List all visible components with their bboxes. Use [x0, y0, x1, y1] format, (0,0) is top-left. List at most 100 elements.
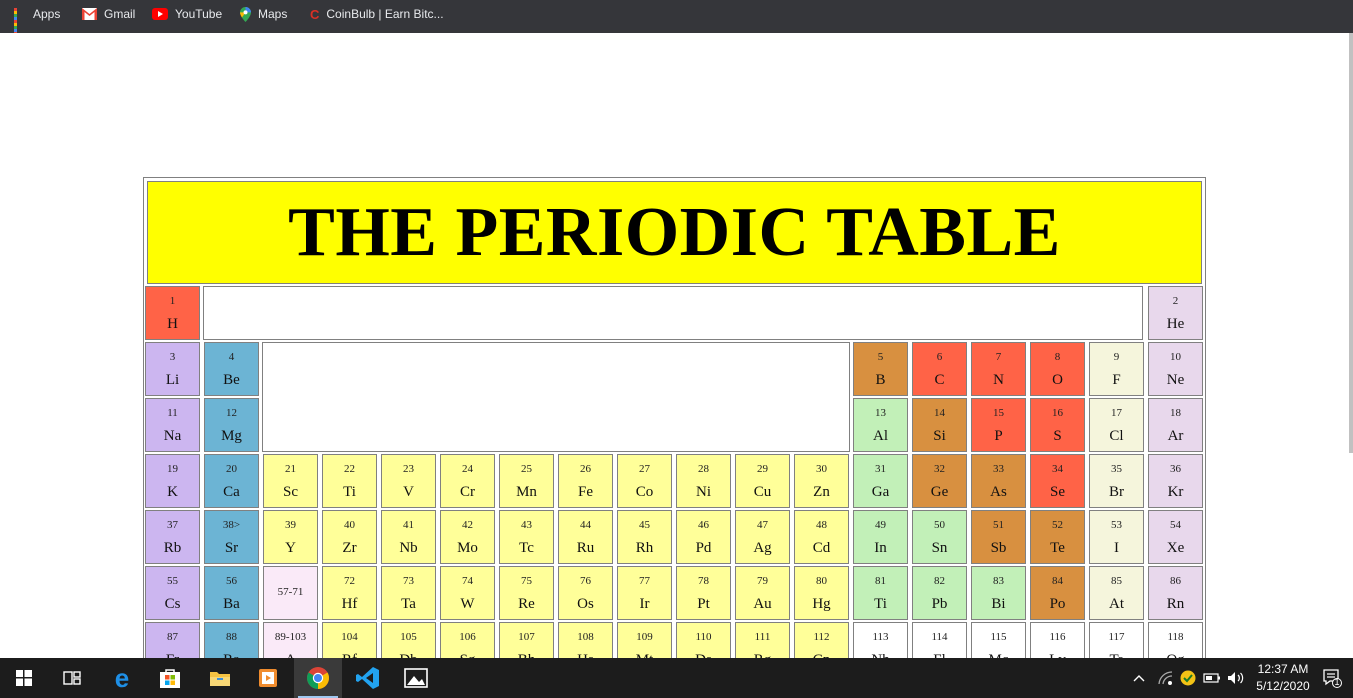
file-explorer-button[interactable]	[196, 658, 244, 698]
windows-taskbar: e 12:37 AM 5/12/2020 1	[0, 658, 1353, 698]
element-cell: 76 Os	[558, 566, 613, 620]
element-symbol: Ni	[696, 484, 711, 500]
element-symbol: Br	[1109, 484, 1124, 500]
element-cell: 18 Ar	[1148, 398, 1203, 452]
element-number: 52	[1052, 519, 1063, 531]
element-cell: 12 Mg	[204, 398, 259, 452]
element-number: 15	[993, 407, 1004, 419]
element-cell: 78 Pt	[676, 566, 731, 620]
row1-gap-cell	[203, 286, 1143, 340]
element-symbol: N	[993, 372, 1004, 388]
start-button[interactable]	[0, 658, 48, 698]
element-symbol: Hf	[341, 596, 358, 612]
element-cell: 114Fl	[912, 622, 967, 658]
battery-tray[interactable]	[1203, 658, 1221, 698]
element-number: 51	[993, 519, 1004, 531]
element-symbol: As	[990, 484, 1007, 500]
task-view-button[interactable]	[48, 658, 96, 698]
media-player-icon	[259, 669, 277, 687]
element-cell: 14 Si	[912, 398, 967, 452]
element-cell: 113Nh	[853, 622, 908, 658]
element-number: 73	[403, 575, 414, 587]
element-symbol: Sc	[283, 484, 298, 500]
element-symbol: Zr	[342, 540, 357, 556]
network-tray[interactable]	[1158, 658, 1174, 698]
photos-icon	[404, 668, 428, 688]
element-number: 11	[167, 407, 178, 419]
element-number: 115	[990, 631, 1007, 643]
element-number: 36	[1170, 463, 1181, 475]
show-hidden-icons-button[interactable]	[1133, 658, 1145, 698]
element-cell: 1H	[145, 286, 200, 340]
element-symbol: Rh	[635, 540, 654, 556]
element-number: 34	[1052, 463, 1063, 475]
element-cell: 88Ra	[204, 622, 259, 658]
element-number: 30	[816, 463, 827, 475]
element-cell: 34 Se	[1030, 454, 1085, 508]
element-cell: 87Fr	[145, 622, 200, 658]
element-symbol: S	[1053, 428, 1062, 444]
bookmark-maps[interactable]: Maps	[240, 0, 287, 28]
element-number: 32	[934, 463, 945, 475]
element-number: 55	[167, 575, 178, 587]
element-cell: 79 Au	[735, 566, 790, 620]
element-symbol: Cd	[812, 540, 831, 556]
element-symbol: At	[1109, 596, 1124, 612]
element-symbol: Sb	[990, 540, 1007, 556]
system-clock[interactable]: 12:37 AM 5/12/2020	[1248, 661, 1318, 695]
element-cell: 24 Cr	[440, 454, 495, 508]
file-explorer-icon	[210, 672, 230, 686]
chrome-button[interactable]	[294, 658, 342, 698]
element-cell: 6C	[912, 342, 967, 396]
edge-button[interactable]: e	[98, 658, 146, 698]
element-number: 44	[580, 519, 591, 531]
store-button[interactable]	[146, 658, 194, 698]
element-number: 114	[931, 631, 948, 643]
element-symbol: Cl	[1109, 428, 1124, 444]
bookmarks-bar: Apps Gmail YouTube Maps C CoinBulb | Ear…	[0, 0, 1353, 35]
page-viewport[interactable]: THE PERIODIC TABLE 1 H 2 He 3 Li 4 Be 5 B 6 C 7 N 8 O 9 F…	[0, 33, 1353, 658]
element-number: 78	[698, 575, 709, 587]
element-symbol: I	[1114, 540, 1119, 556]
element-cell: 49 In	[853, 510, 908, 564]
element-cell: 51 Sb	[971, 510, 1026, 564]
element-number: 39	[285, 519, 296, 531]
vscode-button[interactable]	[344, 658, 392, 698]
element-number: 17	[1111, 407, 1122, 419]
element-symbol: W	[460, 596, 475, 612]
element-cell: 44 Ru	[558, 510, 613, 564]
element-cell: 115Mc	[971, 622, 1026, 658]
bookmark-coinbulb[interactable]: C CoinBulb | Earn Bitc...	[310, 0, 444, 28]
element-cell: 83 Bi	[971, 566, 1026, 620]
element-number: 9	[1113, 351, 1120, 363]
element-cell: 33 As	[971, 454, 1026, 508]
element-cell: 56 Ba	[204, 566, 259, 620]
security-tray[interactable]	[1180, 658, 1196, 698]
element-cell: 42 Mo	[440, 510, 495, 564]
element-symbol: Kr	[1167, 484, 1184, 500]
element-cell: 9F	[1089, 342, 1144, 396]
action-center-button[interactable]: 1	[1322, 658, 1342, 698]
element-number: 49	[875, 519, 886, 531]
element-number: 79	[757, 575, 768, 587]
element-symbol: Po	[1049, 596, 1066, 612]
element-symbol: K	[167, 484, 178, 500]
element-symbol: Si	[933, 428, 946, 444]
vertical-scrollbar[interactable]	[1349, 33, 1353, 453]
element-number: 40	[344, 519, 355, 531]
volume-tray[interactable]	[1227, 658, 1245, 698]
element-symbol: Ge	[930, 484, 949, 500]
bookmark-youtube[interactable]: YouTube	[152, 0, 222, 28]
bookmark-gmail[interactable]: Gmail	[82, 0, 135, 28]
element-number: 23	[403, 463, 414, 475]
element-cell: 19 K	[145, 454, 200, 508]
element-cell: 75 Re	[499, 566, 554, 620]
element-cell: 117Ts	[1089, 622, 1144, 658]
element-cell: 52 Te	[1030, 510, 1085, 564]
element-number: 38>	[222, 519, 241, 531]
element-number: 41	[403, 519, 414, 531]
photos-button[interactable]	[392, 658, 440, 698]
bookmark-apps[interactable]: Apps	[14, 0, 60, 35]
media-player-button[interactable]	[244, 658, 292, 698]
element-symbol: Y	[285, 540, 296, 556]
